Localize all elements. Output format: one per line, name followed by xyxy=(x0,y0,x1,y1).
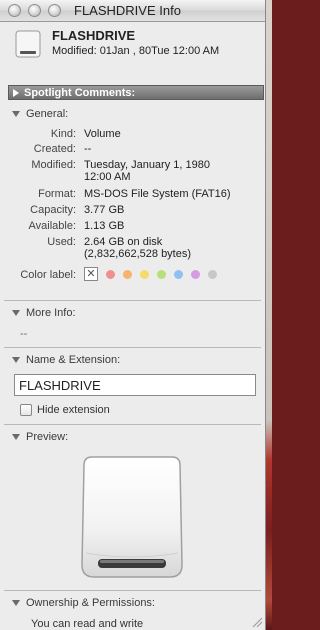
disclosure-down-icon xyxy=(12,600,20,606)
minimize-button[interactable] xyxy=(28,4,41,17)
drive-icon xyxy=(15,30,41,58)
general-disclosure[interactable]: General: xyxy=(0,106,265,122)
general-rows: Kind: Volume Created: -- Modified: Tuesday,… xyxy=(0,122,265,300)
hide-extension-label: Hide extension xyxy=(37,404,110,416)
color-purple-swatch[interactable] xyxy=(191,269,200,279)
disclosure-down-icon xyxy=(12,434,20,440)
capacity-label: Capacity: xyxy=(30,204,76,216)
color-none-button[interactable]: ✕ xyxy=(84,267,98,281)
close-button[interactable] xyxy=(8,4,21,17)
kind-value: Volume xyxy=(84,128,121,140)
used-bytes-value: (2,832,662,528 bytes) xyxy=(84,248,192,260)
kind-label: Kind: xyxy=(50,128,76,140)
hide-extension-checkbox[interactable] xyxy=(20,404,32,416)
permissions-text: You can read and write xyxy=(31,618,144,630)
drive-preview-icon xyxy=(81,456,183,578)
general-label: General: xyxy=(26,108,69,120)
created-label: Created: xyxy=(33,143,76,155)
name-extension-label: Name & Extension: xyxy=(26,354,121,366)
spotlight-label: Spotlight Comments: xyxy=(24,86,136,99)
more-info-label: More Info: xyxy=(26,307,76,319)
format-value: MS-DOS File System (FAT16) xyxy=(84,188,231,200)
color-label-label: Color label: xyxy=(20,269,76,281)
modified-value: Tuesday, January 1, 1980 xyxy=(84,159,210,171)
zoom-button[interactable] xyxy=(48,4,61,17)
used-value: 2.64 GB on disk xyxy=(84,236,163,248)
title-bar[interactable]: FLASHDRIVE Info xyxy=(0,0,265,22)
more-info-value: -- xyxy=(20,328,28,340)
preview-label: Preview: xyxy=(26,431,69,443)
window-title: FLASHDRIVE Info xyxy=(74,3,181,18)
created-value: -- xyxy=(84,143,92,155)
disclosure-down-icon xyxy=(12,357,20,363)
ownership-disclosure[interactable]: Ownership & Permissions: xyxy=(0,595,265,611)
info-window: FLASHDRIVE Info FLASHDRIVE Modified: 01J… xyxy=(0,0,266,630)
resize-grip-icon[interactable] xyxy=(251,616,263,628)
disclosure-down-icon xyxy=(12,111,20,117)
disclosure-down-icon xyxy=(12,310,20,316)
color-blue-swatch[interactable] xyxy=(174,269,183,279)
volume-name: FLASHDRIVE xyxy=(52,28,136,43)
more-info-disclosure[interactable]: More Info: xyxy=(0,305,265,321)
color-yellow-swatch[interactable] xyxy=(140,269,149,279)
available-label: Available: xyxy=(28,220,77,232)
color-green-swatch[interactable] xyxy=(157,269,166,279)
preview-disclosure[interactable]: Preview: xyxy=(0,429,265,445)
desktop-background xyxy=(266,0,272,630)
modified-time-value: 12:00 AM xyxy=(84,171,131,183)
modified-label: Modified: xyxy=(31,159,76,171)
color-gray-swatch[interactable] xyxy=(208,269,217,279)
name-field[interactable]: FLASHDRIVE xyxy=(14,374,256,396)
name-extension-disclosure[interactable]: Name & Extension: xyxy=(0,352,265,368)
disclosure-right-icon xyxy=(13,88,19,97)
window-controls xyxy=(8,4,61,17)
info-header: FLASHDRIVE Modified: 01Jan , 80Tue 12:00… xyxy=(0,22,265,66)
color-orange-swatch[interactable] xyxy=(123,269,132,279)
spotlight-comments-disclosure[interactable]: Spotlight Comments: xyxy=(8,85,264,100)
capacity-value: 3.77 GB xyxy=(84,204,125,216)
used-label: Used: xyxy=(47,236,76,248)
ownership-label: Ownership & Permissions: xyxy=(26,597,155,609)
available-value: 1.13 GB xyxy=(84,220,125,232)
color-label-picker: ✕ xyxy=(84,267,217,281)
format-label: Format: xyxy=(38,188,76,200)
color-red-swatch[interactable] xyxy=(106,269,115,279)
modified-summary: Modified: 01Jan , 80Tue 12:00 AM xyxy=(52,45,220,57)
